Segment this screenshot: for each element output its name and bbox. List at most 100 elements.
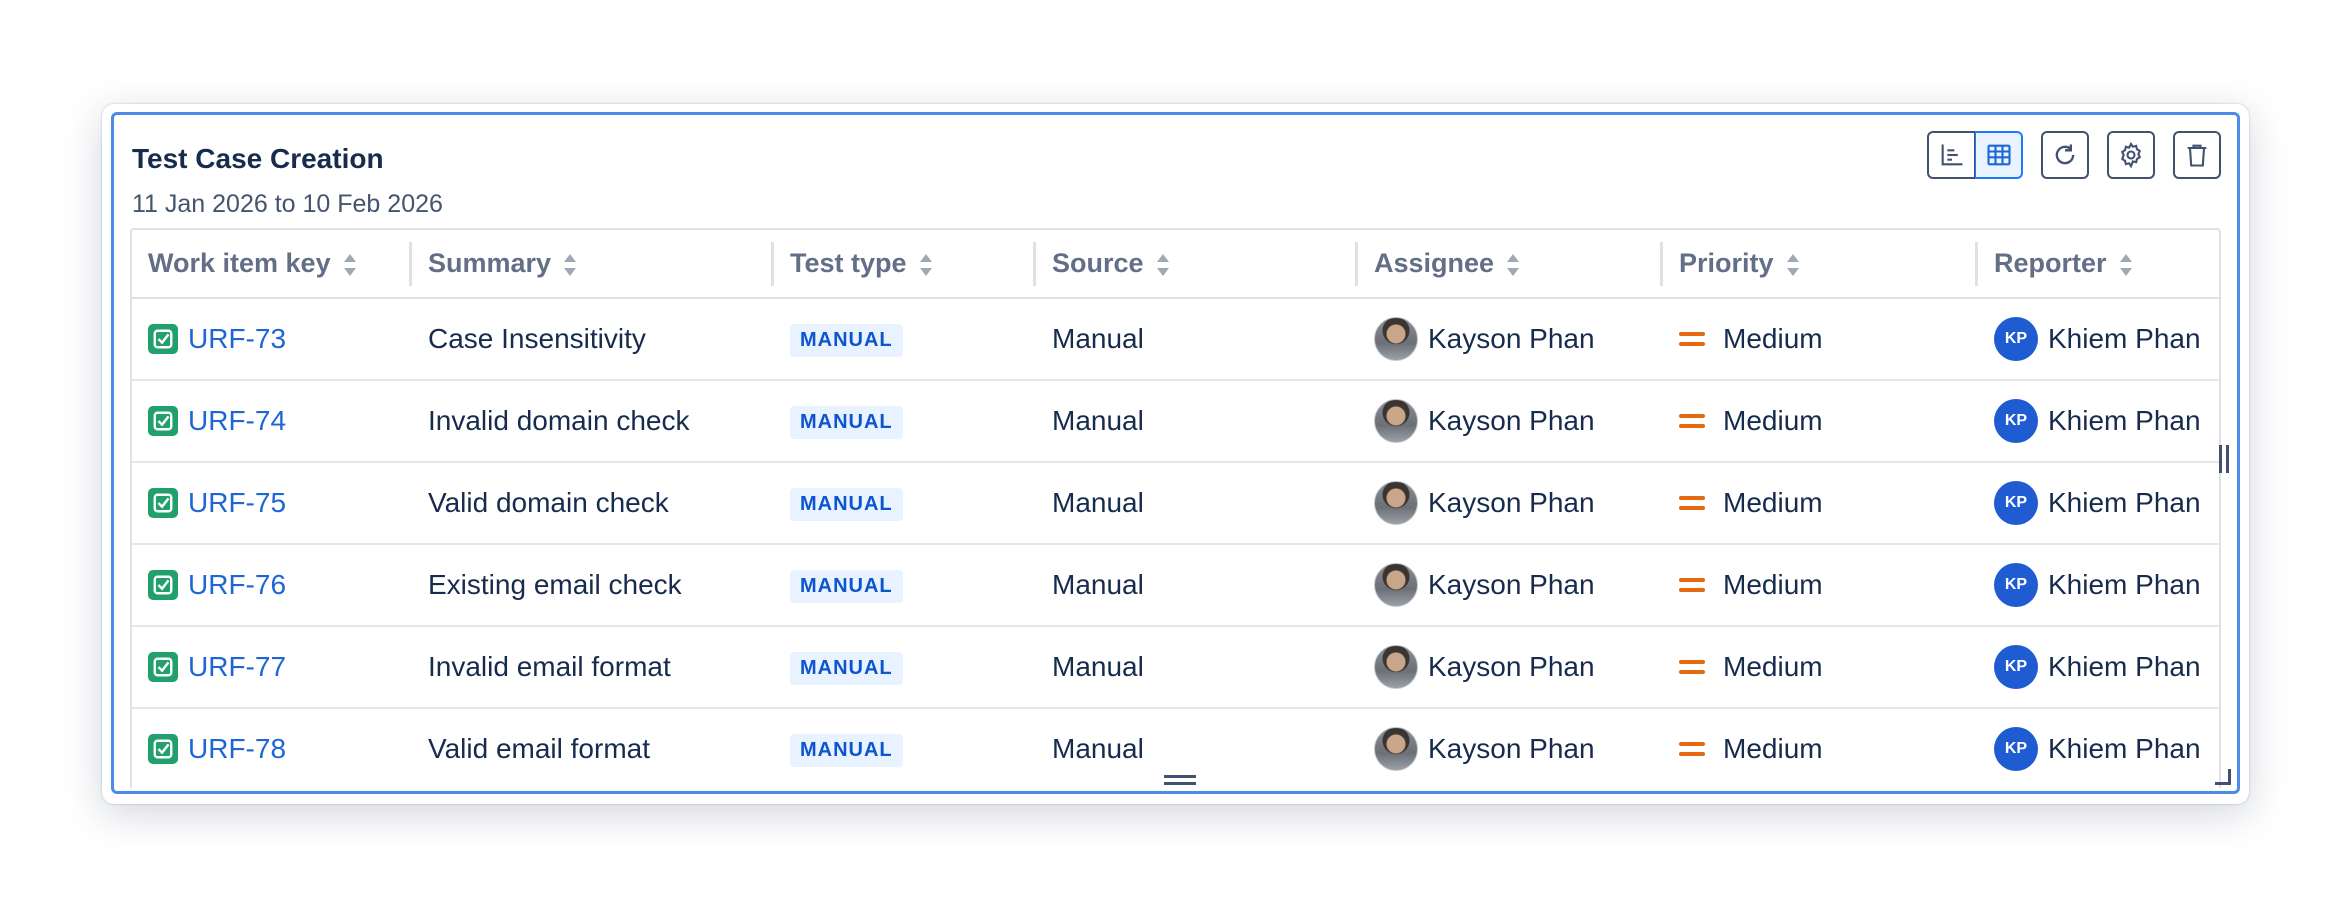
column-header-assignee[interactable]: Assignee <box>1358 230 1663 299</box>
cell-reporter: KP Khiem Phan <box>1978 544 2219 627</box>
cell-priority: Medium <box>1663 380 1978 463</box>
cell-work-item-key: URF-75 <box>132 462 412 545</box>
cell-test-type: MANUAL <box>774 380 1036 463</box>
cell-summary[interactable]: Invalid email format <box>412 626 774 709</box>
reporter-avatar: KP <box>1994 481 2038 525</box>
gadget-title: Test Case Creation <box>132 143 384 174</box>
assignee-name: Kayson Phan <box>1428 569 1595 600</box>
priority-medium-icon <box>1679 331 1705 347</box>
sort-icon[interactable] <box>919 253 933 276</box>
priority-medium-icon <box>1679 495 1705 511</box>
reporter-avatar: KP <box>1994 645 2038 689</box>
refresh-button[interactable] <box>2041 131 2089 179</box>
resize-handle-corner[interactable] <box>2215 769 2231 785</box>
cell-summary[interactable]: Case Insensitivity <box>412 298 774 381</box>
work-item-key-link[interactable]: URF-75 <box>188 487 286 519</box>
cell-assignee: Kayson Phan <box>1358 626 1663 709</box>
sort-icon[interactable] <box>1506 253 1520 276</box>
cell-assignee: Kayson Phan <box>1358 298 1663 381</box>
dashboard-gadget: Test Case Creation 11 Jan 2026 to 10 Feb… <box>102 104 2249 804</box>
table-row[interactable]: URF-75 Valid domain check MANUAL Manual … <box>132 462 2219 545</box>
reporter-avatar: KP <box>1994 399 2038 443</box>
view-toggle <box>1927 131 2023 179</box>
cell-summary[interactable]: Valid domain check <box>412 462 774 545</box>
sort-icon[interactable] <box>343 253 357 276</box>
cell-summary[interactable]: Valid email format <box>412 708 774 788</box>
test-work-item-icon <box>148 570 178 600</box>
cell-summary[interactable]: Existing email check <box>412 544 774 627</box>
column-header-work-item-key[interactable]: Work item key <box>132 230 412 299</box>
reporter-name: Khiem Phan <box>2048 569 2201 600</box>
cell-work-item-key: URF-76 <box>132 544 412 627</box>
priority-medium-icon <box>1679 659 1705 675</box>
priority-label: Medium <box>1723 651 1823 682</box>
table-row[interactable]: URF-77 Invalid email format MANUAL Manua… <box>132 626 2219 709</box>
settings-button[interactable] <box>2107 131 2155 179</box>
delete-button[interactable] <box>2173 131 2221 179</box>
reporter-avatar: KP <box>1994 563 2038 607</box>
table-row[interactable]: URF-74 Invalid domain check MANUAL Manua… <box>132 380 2219 463</box>
chart-view-button[interactable] <box>1927 131 1975 179</box>
reporter-avatar: KP <box>1994 317 2038 361</box>
column-header-source[interactable]: Source <box>1036 230 1358 299</box>
test-work-item-icon <box>148 406 178 436</box>
resize-handle-right[interactable] <box>2219 445 2229 473</box>
column-header-summary[interactable]: Summary <box>412 230 774 299</box>
reporter-name: Khiem Phan <box>2048 487 2201 518</box>
cell-work-item-key: URF-78 <box>132 708 412 788</box>
test-type-badge: MANUAL <box>790 570 903 603</box>
cell-assignee: Kayson Phan <box>1358 462 1663 545</box>
assignee-name: Kayson Phan <box>1428 323 1595 354</box>
sort-icon[interactable] <box>563 253 577 276</box>
cell-assignee: Kayson Phan <box>1358 544 1663 627</box>
priority-label: Medium <box>1723 569 1823 600</box>
table-row[interactable]: URF-73 Case Insensitivity MANUAL Manual … <box>132 298 2219 381</box>
column-header-priority[interactable]: Priority <box>1663 230 1978 299</box>
gadget-toolbar <box>1927 131 2221 179</box>
gadget-date-range: 11 Jan 2026 to 10 Feb 2026 <box>132 190 443 218</box>
chart-view-icon <box>1941 144 1962 166</box>
priority-medium-icon <box>1679 577 1705 593</box>
test-work-item-icon <box>148 324 178 354</box>
cell-assignee: Kayson Phan <box>1358 380 1663 463</box>
cell-test-type: MANUAL <box>774 708 1036 788</box>
cell-summary[interactable]: Invalid domain check <box>412 380 774 463</box>
cell-source: Manual <box>1036 544 1358 627</box>
cell-priority: Medium <box>1663 298 1978 381</box>
assignee-name: Kayson Phan <box>1428 487 1595 518</box>
cell-work-item-key: URF-74 <box>132 380 412 463</box>
cell-assignee: Kayson Phan <box>1358 708 1663 788</box>
work-item-key-link[interactable]: URF-74 <box>188 405 286 437</box>
cell-source: Manual <box>1036 462 1358 545</box>
cell-work-item-key: URF-73 <box>132 298 412 381</box>
assignee-avatar <box>1374 727 1418 771</box>
cell-source: Manual <box>1036 708 1358 788</box>
reporter-avatar: KP <box>1994 727 2038 771</box>
priority-medium-icon <box>1679 741 1705 757</box>
table-row[interactable]: URF-76 Existing email check MANUAL Manua… <box>132 544 2219 627</box>
assignee-name: Kayson Phan <box>1428 651 1595 682</box>
reporter-name: Khiem Phan <box>2048 323 2201 354</box>
resize-handle-bottom[interactable] <box>1164 775 1196 785</box>
work-item-key-link[interactable]: URF-78 <box>188 733 286 765</box>
test-work-item-icon <box>148 652 178 682</box>
cell-reporter: KP Khiem Phan <box>1978 708 2219 788</box>
column-header-reporter[interactable]: Reporter <box>1978 230 2219 299</box>
sort-icon[interactable] <box>2119 253 2133 276</box>
work-item-key-link[interactable]: URF-73 <box>188 323 286 355</box>
test-type-badge: MANUAL <box>790 734 903 767</box>
cell-priority: Medium <box>1663 462 1978 545</box>
assignee-name: Kayson Phan <box>1428 733 1595 764</box>
work-item-key-link[interactable]: URF-76 <box>188 569 286 601</box>
cell-test-type: MANUAL <box>774 544 1036 627</box>
sort-icon[interactable] <box>1786 253 1800 276</box>
work-item-key-link[interactable]: URF-77 <box>188 651 286 683</box>
sort-icon[interactable] <box>1156 253 1170 276</box>
table-view-button[interactable] <box>1975 131 2023 179</box>
test-type-badge: MANUAL <box>790 488 903 521</box>
cell-reporter: KP Khiem Phan <box>1978 626 2219 709</box>
column-header-test-type[interactable]: Test type <box>774 230 1036 299</box>
cell-test-type: MANUAL <box>774 298 1036 381</box>
table-header-row: Work item key Summary Test type Source A… <box>132 230 2219 299</box>
gadget-focus-frame: Test Case Creation 11 Jan 2026 to 10 Feb… <box>111 112 2240 794</box>
